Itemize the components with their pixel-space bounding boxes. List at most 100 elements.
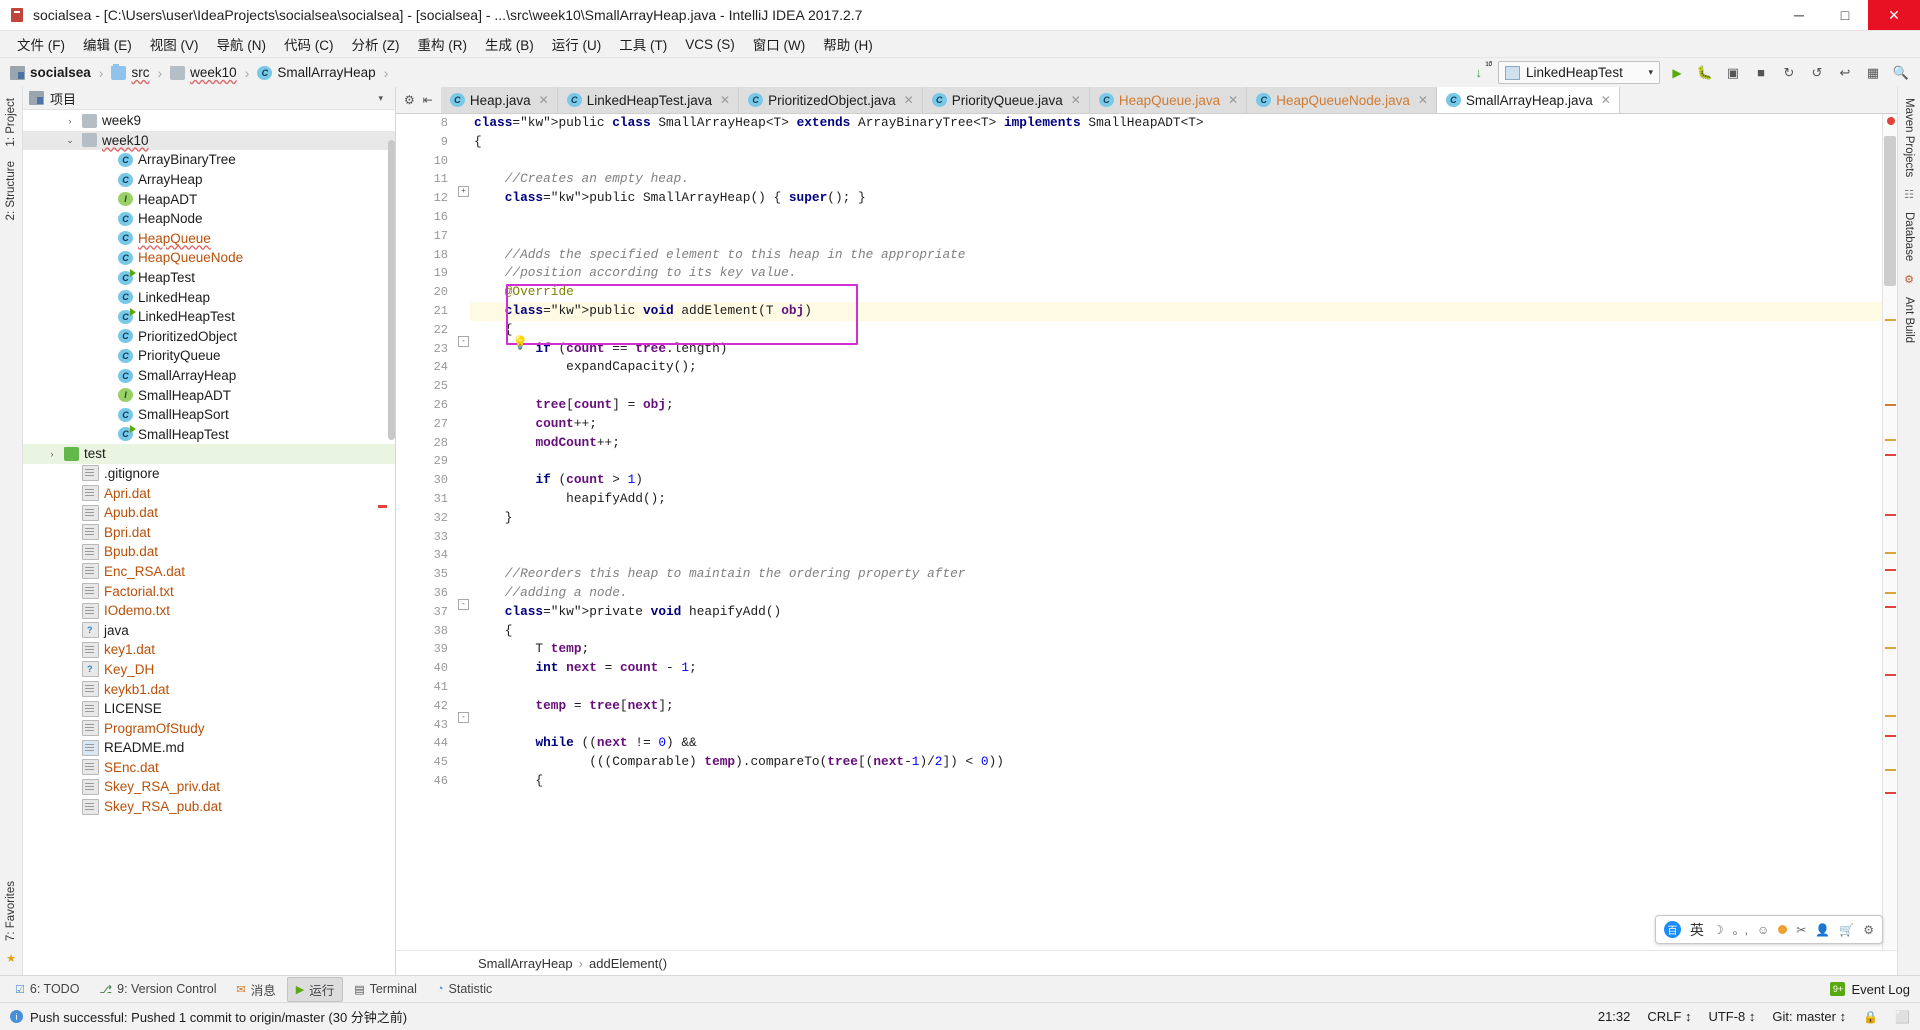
rail-item-ant-build[interactable]: Ant Build bbox=[1903, 290, 1915, 350]
code-line[interactable]: int next = count - 1; bbox=[470, 659, 1882, 678]
tree-item-arraybinarytree[interactable]: C ArrayBinaryTree bbox=[23, 150, 395, 170]
coverage-button[interactable]: ▣ bbox=[1722, 62, 1744, 84]
breadcrumb-project[interactable]: socialsea bbox=[30, 65, 91, 80]
tree-expand-arrow[interactable]: › bbox=[45, 449, 59, 459]
tree-item-arrayheap[interactable]: C ArrayHeap bbox=[23, 170, 395, 190]
code-line[interactable]: temp = tree[next]; bbox=[470, 697, 1882, 716]
tool-window-6-todo[interactable]: ☑ 6: TODO bbox=[6, 979, 88, 999]
tree-item-keykb1-dat[interactable]: keykb1.dat bbox=[23, 679, 395, 699]
fold-marker[interactable]: - bbox=[458, 599, 469, 610]
tree-item-week10[interactable]: ⌄ week10 bbox=[23, 130, 395, 151]
code-line[interactable]: class="kw">public class SmallArrayHeap<T… bbox=[470, 114, 1882, 133]
search-icon[interactable]: 🔍 bbox=[1890, 62, 1912, 84]
hide-panels-icon[interactable]: ⬜ bbox=[1895, 1010, 1910, 1024]
tree-item-iodemo-txt[interactable]: IOdemo.txt bbox=[23, 601, 395, 621]
breadcrumb-week10[interactable]: week10 bbox=[190, 65, 237, 80]
menu-file[interactable]: 文件 (F) bbox=[8, 32, 74, 56]
code-line[interactable]: modCount++; bbox=[470, 434, 1882, 453]
tree-item-heapqueuenode[interactable]: C HeapQueueNode bbox=[23, 248, 395, 268]
line-number[interactable]: 23 bbox=[396, 340, 456, 359]
intention-bulb-icon[interactable]: 💡 bbox=[512, 336, 528, 351]
line-number[interactable]: 20 bbox=[396, 283, 456, 302]
marker-warning[interactable] bbox=[1885, 319, 1896, 321]
marker-error[interactable] bbox=[1885, 569, 1896, 571]
sync-button[interactable]: ↺ bbox=[1806, 62, 1828, 84]
ime-smiley-icon[interactable]: ☺ bbox=[1757, 923, 1769, 937]
tree-item-readme-md[interactable]: README.md bbox=[23, 738, 395, 758]
maximize-button[interactable]: □ bbox=[1822, 0, 1868, 30]
rail-item-structure[interactable]: 2: Structure bbox=[5, 154, 17, 227]
tree-item-skey-rsa-priv-dat[interactable]: Skey_RSA_priv.dat bbox=[23, 777, 395, 797]
code-line[interactable]: expandCapacity(); bbox=[470, 358, 1882, 377]
line-number[interactable]: 32 bbox=[396, 509, 456, 528]
tree-item-heapqueue[interactable]: C HeapQueue bbox=[23, 229, 395, 249]
breadcrumb-editor-method[interactable]: addElement() bbox=[589, 956, 667, 971]
code-editor[interactable]: class="kw">public class SmallArrayHeap<T… bbox=[470, 114, 1882, 950]
menu-code[interactable]: 代码 (C) bbox=[275, 32, 343, 56]
marker-error[interactable] bbox=[1885, 792, 1896, 794]
status-message[interactable]: Push successful: Pushed 1 commit to orig… bbox=[30, 1007, 407, 1026]
marker-error[interactable] bbox=[1885, 735, 1896, 737]
line-number[interactable]: 25 bbox=[396, 377, 456, 396]
tree-item-factorial-txt[interactable]: Factorial.txt bbox=[23, 581, 395, 601]
editor-tab-heapqueue[interactable]: C HeapQueue.java ✕ bbox=[1089, 87, 1248, 113]
chevron-down-icon[interactable]: ▾ bbox=[378, 93, 389, 104]
code-line[interactable]: //adding a node. bbox=[470, 584, 1882, 603]
code-line[interactable]: { bbox=[470, 622, 1882, 641]
marker-warning[interactable] bbox=[1885, 404, 1896, 406]
ime-moon-icon[interactable]: ☽ bbox=[1713, 923, 1724, 937]
code-line[interactable]: { bbox=[470, 133, 1882, 152]
ime-notify-dot-icon[interactable] bbox=[1778, 925, 1788, 934]
line-number[interactable]: 27 bbox=[396, 415, 456, 434]
close-tab-icon[interactable]: ✕ bbox=[539, 93, 549, 107]
tool-window-9-version-control[interactable]: ⎇ 9: Version Control bbox=[90, 979, 225, 999]
line-number[interactable]: 33 bbox=[396, 528, 456, 547]
line-number[interactable]: 45 bbox=[396, 753, 456, 772]
ime-gear-icon[interactable]: ⚙ bbox=[1863, 923, 1874, 937]
marker-warning[interactable] bbox=[1885, 647, 1896, 649]
tool-window-消息[interactable]: ✉ 消息 bbox=[227, 977, 284, 1002]
layout-button[interactable]: ▦ bbox=[1862, 62, 1884, 84]
tree-item-heaptest[interactable]: C HeapTest bbox=[23, 268, 395, 288]
tree-item-skey-rsa-pub-dat[interactable]: Skey_RSA_pub.dat bbox=[23, 797, 395, 817]
tree-item-license[interactable]: LICENSE bbox=[23, 699, 395, 719]
line-number[interactable]: 11 bbox=[396, 170, 456, 189]
code-line[interactable]: //position according to its key value. bbox=[470, 264, 1882, 283]
ime-logo-icon[interactable]: 百 bbox=[1663, 921, 1681, 938]
line-number[interactable]: 44 bbox=[396, 734, 456, 753]
code-line[interactable]: if (count == tree.length) bbox=[470, 340, 1882, 359]
rail-item-favorites[interactable]: 7: Favorites bbox=[5, 874, 17, 948]
tool-window-statistic[interactable]: ◔ Statistic bbox=[428, 979, 501, 999]
editor-tab-smallarrayheap[interactable]: C SmallArrayHeap.java ✕ bbox=[1436, 87, 1620, 113]
tree-item-heapnode[interactable]: C HeapNode bbox=[23, 209, 395, 229]
tree-item-enc-rsa-dat[interactable]: Enc_RSA.dat bbox=[23, 562, 395, 582]
line-number[interactable]: 34 bbox=[396, 546, 456, 565]
code-line[interactable]: while ((next != 0) && bbox=[470, 734, 1882, 753]
tree-item-java[interactable]: java bbox=[23, 620, 395, 640]
tree-item-bpub-dat[interactable]: Bpub.dat bbox=[23, 542, 395, 562]
error-marker-bar[interactable] bbox=[1882, 114, 1897, 950]
code-line[interactable]: class="kw">public void addElement(T obj) bbox=[470, 301, 1882, 321]
debug-button[interactable]: 🐛 bbox=[1694, 62, 1716, 84]
close-tab-icon[interactable]: ✕ bbox=[1228, 93, 1238, 107]
editor-scrollbar-thumb[interactable] bbox=[1884, 136, 1896, 286]
line-number[interactable]: 9 bbox=[396, 133, 456, 152]
stop-button[interactable]: ■ bbox=[1750, 62, 1772, 84]
update-project-icon[interactable]: ↓ bbox=[1476, 62, 1493, 80]
tree-expand-arrow[interactable]: › bbox=[63, 116, 77, 126]
marker-warning[interactable] bbox=[1885, 439, 1896, 441]
marker-error[interactable] bbox=[1885, 674, 1896, 676]
marker-error[interactable] bbox=[1885, 454, 1896, 456]
line-number[interactable]: 41 bbox=[396, 678, 456, 697]
tool-window-terminal[interactable]: ▤ Terminal bbox=[345, 979, 426, 999]
line-number[interactable]: 24 bbox=[396, 358, 456, 377]
ime-punctuation-icon[interactable]: 。, bbox=[1733, 921, 1748, 938]
project-tree[interactable]: › week9 ⌄ week10 C ArrayBinaryTree C ArrayHea… bbox=[23, 110, 395, 975]
tree-item-senc-dat[interactable]: SEnc.dat bbox=[23, 758, 395, 778]
line-number[interactable]: 22 bbox=[396, 321, 456, 340]
menu-window[interactable]: 窗口 (W) bbox=[744, 32, 814, 56]
code-line[interactable]: //Adds the specified element to this hea… bbox=[470, 246, 1882, 265]
code-line[interactable]: if (count > 1) bbox=[470, 471, 1882, 490]
rail-item-project[interactable]: 1: Project bbox=[5, 91, 17, 154]
tree-scrollbar[interactable] bbox=[388, 140, 395, 440]
